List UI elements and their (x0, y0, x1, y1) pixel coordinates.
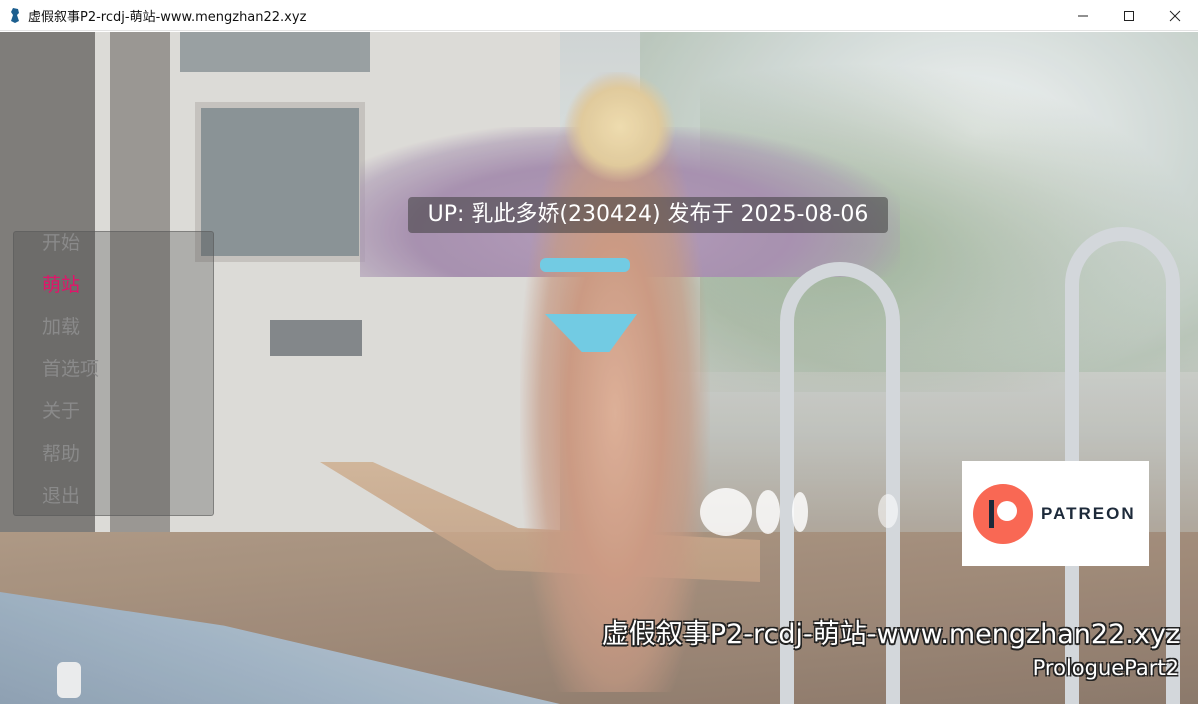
patreon-badge[interactable]: PATREON (962, 461, 1149, 566)
window-title: 虚假叙事P2-rcdj-萌站-www.mengzhan22.xyz (28, 9, 307, 25)
close-icon (1169, 10, 1181, 21)
menu-item-quit[interactable]: 退出 (42, 483, 80, 509)
maximize-icon (1124, 10, 1134, 21)
game-canvas: UP: 乳此多娇(230424) 发布于 2025-08-06 开始 萌站 加载… (0, 32, 1198, 704)
minimize-icon (1078, 15, 1088, 16)
patreon-label: PATREON (1041, 503, 1136, 523)
version-label: ProloguePart2 (1032, 656, 1179, 680)
window-controls (1060, 0, 1198, 31)
menu-item-help[interactable]: 帮助 (42, 441, 80, 467)
loading-dot (700, 488, 752, 536)
menu-item-about[interactable]: 关于 (42, 398, 80, 424)
site-watermark: 虚假叙事P2-rcdj-萌站-www.mengzhan22.xyz (601, 619, 1180, 650)
patreon-logo-icon (973, 483, 1033, 544)
loading-indicator (700, 488, 910, 536)
menu-item-preferences[interactable]: 首选项 (42, 356, 99, 382)
main-menu: 开始 萌站 加载 首选项 关于 帮助 退出 (13, 231, 214, 516)
upload-notice: UP: 乳此多娇(230424) 发布于 2025-08-06 (408, 197, 888, 233)
menu-item-start[interactable]: 开始 (42, 230, 80, 256)
menu-item-load[interactable]: 加载 (42, 314, 80, 340)
window-title-bar: 虚假叙事P2-rcdj-萌站-www.mengzhan22.xyz (0, 0, 1198, 31)
loading-dot (878, 494, 898, 528)
loading-dot (756, 490, 780, 534)
maximize-button[interactable] (1106, 0, 1152, 31)
app-icon (11, 7, 19, 23)
menu-item-mengzhan[interactable]: 萌站 (42, 272, 80, 298)
minimize-button[interactable] (1060, 0, 1106, 31)
loading-dot (792, 492, 808, 532)
close-button[interactable] (1152, 0, 1198, 31)
